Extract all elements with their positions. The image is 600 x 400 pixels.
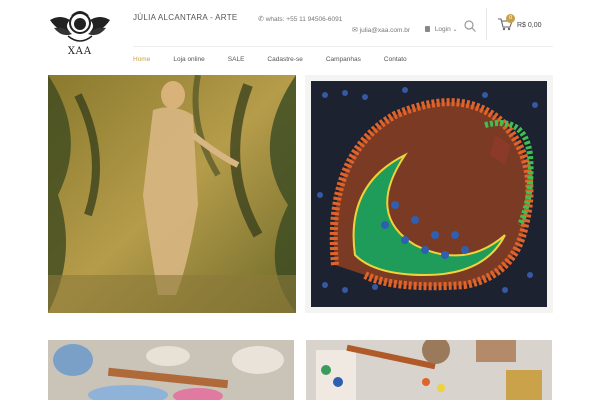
site-logo[interactable]: XAA [46,6,114,62]
nav-cadastre-se[interactable]: Cadastre-se [267,56,302,63]
email-text: julia@xaa.com.br [359,27,410,34]
logo-text: XAA [67,46,93,57]
artwork-tile-palette[interactable] [306,340,552,400]
nav-sale[interactable]: SALE [228,56,245,63]
whats-contact[interactable]: ✆ whats: +55 11 94506-6091 [258,14,358,25]
artwork-image [306,340,552,400]
phone-icon: ✆ [258,16,264,23]
chevron-down-icon: ⌄ [452,27,458,33]
header-rule [133,46,553,47]
nav-campanhas[interactable]: Campanhas [326,56,361,63]
artwork-image [48,75,296,313]
search-icon [464,20,476,32]
nav-loja-online[interactable]: Loja online [173,56,204,63]
brand-name: JÚLIA ALCANTARA - ARTE [133,13,238,22]
nav-home[interactable]: Home [133,56,150,63]
artwork-image [48,340,294,400]
login-label: Login [434,26,451,33]
main-nav: Home Loja online SALE Cadastre-se Campan… [133,56,407,63]
header-divider [486,8,487,40]
whats-text: whats: +55 11 94506-6091 [265,16,343,23]
email-contact[interactable]: ✉ julia@xaa.com.br [352,26,410,34]
cart-total[interactable]: R$ 0,00 [517,22,542,29]
cart-count-badge: 0 [506,14,515,23]
artwork-tile-figure[interactable] [48,75,296,313]
artwork-image [311,81,547,307]
artwork-tile-serpent[interactable] [305,75,553,313]
artwork-tile-paints[interactable] [48,340,294,400]
mail-icon: ✉ [352,27,358,34]
site-header: XAA JÚLIA ALCANTARA - ARTE ✆ whats: +55 … [0,0,600,72]
nav-contato[interactable]: Contato [384,56,407,63]
search-button[interactable] [463,19,477,33]
login-menu[interactable]: Login ⌄ [425,26,458,33]
lock-icon [425,26,430,32]
